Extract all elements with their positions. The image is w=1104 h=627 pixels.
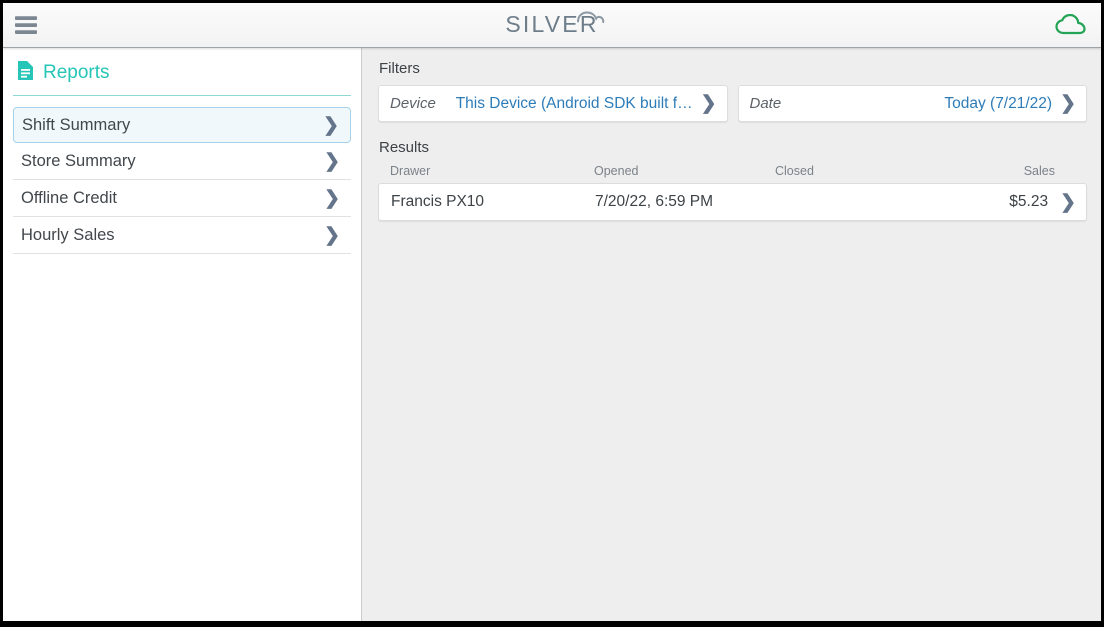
date-filter-label: Date xyxy=(749,95,782,112)
body-container: Reports Shift Summary ❯ Store Summary ❯ … xyxy=(3,48,1101,621)
app-window: SILVER Reports Shift Summary ❯ Store Sum… xyxy=(3,3,1101,621)
column-header-drawer: Drawer xyxy=(390,164,431,178)
column-header-sales: Sales xyxy=(1023,164,1055,178)
hamburger-bar-2 xyxy=(15,23,37,27)
chevron-right-icon: ❯ xyxy=(1060,191,1076,213)
document-report-icon xyxy=(17,60,34,86)
top-bar: SILVER xyxy=(3,3,1101,48)
sidebar-item-label: Offline Credit xyxy=(21,188,117,207)
chevron-right-icon: ❯ xyxy=(1060,93,1076,114)
filters-title: Filters xyxy=(379,60,420,77)
logo-cloud-icon xyxy=(576,8,606,29)
sidebar-menu-list: Shift Summary ❯ Store Summary ❯ Offline … xyxy=(13,96,351,254)
column-header-closed: Closed xyxy=(775,164,814,178)
date-filter-button[interactable]: Date Today (7/21/22) ❯ xyxy=(737,85,1087,122)
sidebar-item-offline-credit[interactable]: Offline Credit ❯ xyxy=(13,180,351,217)
cell-drawer: Francis PX10 xyxy=(391,193,485,210)
chevron-right-icon: ❯ xyxy=(700,93,717,114)
sidebar-item-label: Store Summary xyxy=(21,151,136,170)
sidebar-item-label: Hourly Sales xyxy=(21,225,115,244)
cell-sales: $5.23 xyxy=(1009,193,1049,210)
results-table-header: Drawer Opened Closed Sales xyxy=(378,164,1087,183)
chevron-right-icon: ❯ xyxy=(324,187,340,209)
sidebar: Reports Shift Summary ❯ Store Summary ❯ … xyxy=(3,48,362,621)
column-header-opened: Opened xyxy=(594,164,639,178)
page-title: Reports xyxy=(43,62,110,83)
device-filter-label: Device xyxy=(390,95,436,112)
sidebar-item-shift-summary[interactable]: Shift Summary ❯ xyxy=(13,107,351,143)
chevron-right-icon: ❯ xyxy=(324,150,340,172)
hamburger-menu-icon[interactable] xyxy=(13,14,39,36)
sidebar-header: Reports xyxy=(13,48,351,96)
hamburger-bar-3 xyxy=(15,30,37,34)
app-logo: SILVER xyxy=(3,9,1101,39)
results-title: Results xyxy=(379,139,430,156)
sidebar-item-store-summary[interactable]: Store Summary ❯ xyxy=(13,143,351,180)
table-row[interactable]: Francis PX10 7/20/22, 6:59 PM $5.23 ❯ xyxy=(378,183,1087,221)
main-panel: Filters Device This Device (Android SDK … xyxy=(362,48,1101,621)
cloud-connected-icon[interactable] xyxy=(1054,12,1088,38)
sidebar-item-hourly-sales[interactable]: Hourly Sales ❯ xyxy=(13,217,351,254)
chevron-right-icon: ❯ xyxy=(324,224,340,246)
device-frame: SILVER Reports Shift Summary ❯ Store Sum… xyxy=(0,0,1104,627)
date-filter-value: Today (7/21/22) xyxy=(944,94,1053,112)
logo-text: SILVER xyxy=(505,11,599,37)
filters-row: Device This Device (Android SDK built f…… xyxy=(378,85,1087,122)
hamburger-bar-1 xyxy=(15,16,37,20)
chevron-right-icon: ❯ xyxy=(323,114,339,136)
results-block: Results Drawer Opened Closed Sales Franc… xyxy=(378,139,1087,221)
device-filter-button[interactable]: Device This Device (Android SDK built f…… xyxy=(378,85,728,122)
device-filter-value: This Device (Android SDK built f… xyxy=(455,94,693,112)
cell-opened: 7/20/22, 6:59 PM xyxy=(595,193,714,210)
sidebar-item-label: Shift Summary xyxy=(22,115,131,134)
